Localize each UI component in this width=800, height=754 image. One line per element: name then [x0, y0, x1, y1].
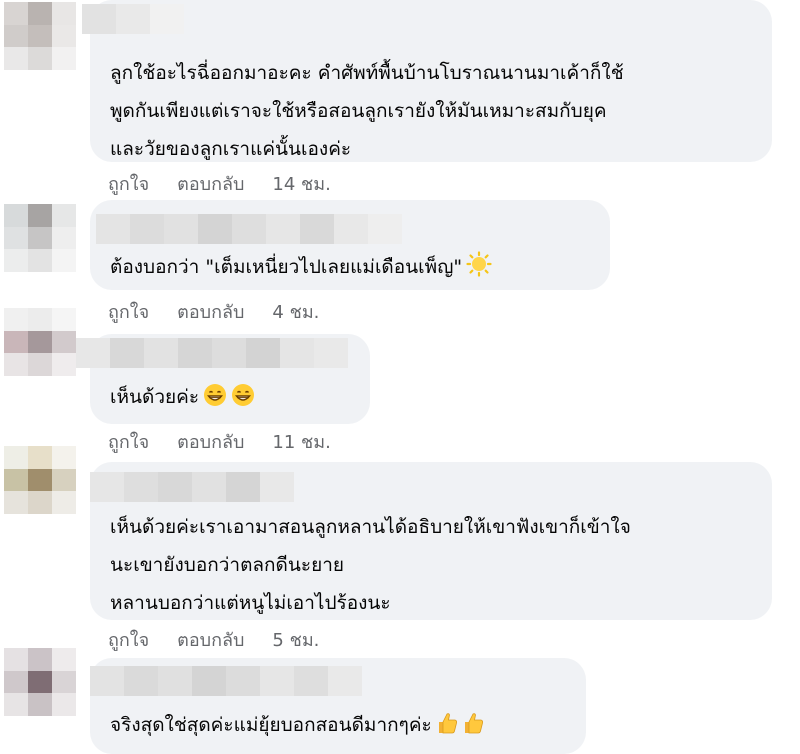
- avatar[interactable]: [4, 648, 76, 716]
- comment-author[interactable]: [76, 338, 348, 368]
- comment-text: ลูกใช้อะไรฉี่ออกมาอะคะ คำศัพท์พื้นบ้านโบ…: [110, 62, 624, 160]
- comment-bubble: เห็นด้วยค่ะ: [76, 334, 370, 424]
- reply-button[interactable]: ตอบกลับ: [177, 169, 244, 198]
- comment-author[interactable]: [90, 472, 294, 502]
- grin-emoji: [203, 382, 227, 420]
- comment-timestamp[interactable]: 4 ชม.: [272, 297, 319, 326]
- reply-button[interactable]: ตอบกลับ: [177, 427, 244, 456]
- reply-button[interactable]: ตอบกลับ: [177, 297, 244, 326]
- comment-timestamp[interactable]: 14 ชม.: [272, 169, 330, 198]
- comment-timestamp[interactable]: 11 ชม.: [272, 427, 330, 456]
- thumbs-up-emoji: [436, 710, 458, 748]
- comment-text: จริงสุดใช่สุดค่ะแม่ยุ้ยบอกสอนดีมากๆค่ะ: [110, 706, 484, 748]
- comment-actions: ถูกใจ ตอบกลับ 11 ชม.: [108, 426, 331, 456]
- avatar[interactable]: [4, 204, 76, 272]
- comment-author[interactable]: [96, 214, 402, 244]
- comment-actions: ถูกใจ ตอบกลับ 14 ชม.: [108, 168, 331, 198]
- thumbs-up-emoji: [462, 710, 484, 748]
- avatar[interactable]: [4, 308, 76, 376]
- comment-actions: ถูกใจ ตอบกลับ 5 ชม.: [108, 624, 319, 654]
- comment-bubble: ต้องบอกว่า "เต็มเหนี่ยวไปเลยแม่เดือนเพ็ญ…: [90, 200, 610, 290]
- like-button[interactable]: ถูกใจ: [108, 297, 149, 326]
- avatar[interactable]: [4, 2, 76, 70]
- avatar[interactable]: [4, 446, 76, 514]
- comment-timestamp[interactable]: 5 ชม.: [272, 625, 319, 654]
- comment-author[interactable]: [82, 4, 184, 34]
- comment-text: เห็นด้วยค่ะ: [110, 378, 255, 420]
- comment-text: ต้องบอกว่า "เต็มเหนี่ยวไปเลยแม่เดือนเพ็ญ…: [110, 248, 492, 290]
- comment-actions: ถูกใจ ตอบกลับ 4 ชม.: [108, 296, 319, 326]
- comment-author[interactable]: [90, 666, 362, 696]
- reply-button[interactable]: ตอบกลับ: [177, 625, 244, 654]
- comment-bubble: เห็นด้วยค่ะเราเอามาสอนลูกหลานได้อธิบายให…: [90, 462, 772, 620]
- sun-emoji: [466, 251, 492, 290]
- like-button[interactable]: ถูกใจ: [108, 169, 149, 198]
- like-button[interactable]: ถูกใจ: [108, 625, 149, 654]
- comment-bubble: จริงสุดใช่สุดค่ะแม่ยุ้ยบอกสอนดีมากๆค่ะ: [90, 658, 586, 754]
- comment-text: เห็นด้วยค่ะเราเอามาสอนลูกหลานได้อธิบายให…: [110, 516, 631, 614]
- like-button[interactable]: ถูกใจ: [108, 427, 149, 456]
- comment-bubble: ลูกใช้อะไรฉี่ออกมาอะคะ คำศัพท์พื้นบ้านโบ…: [82, 0, 772, 162]
- grin-emoji: [231, 382, 255, 420]
